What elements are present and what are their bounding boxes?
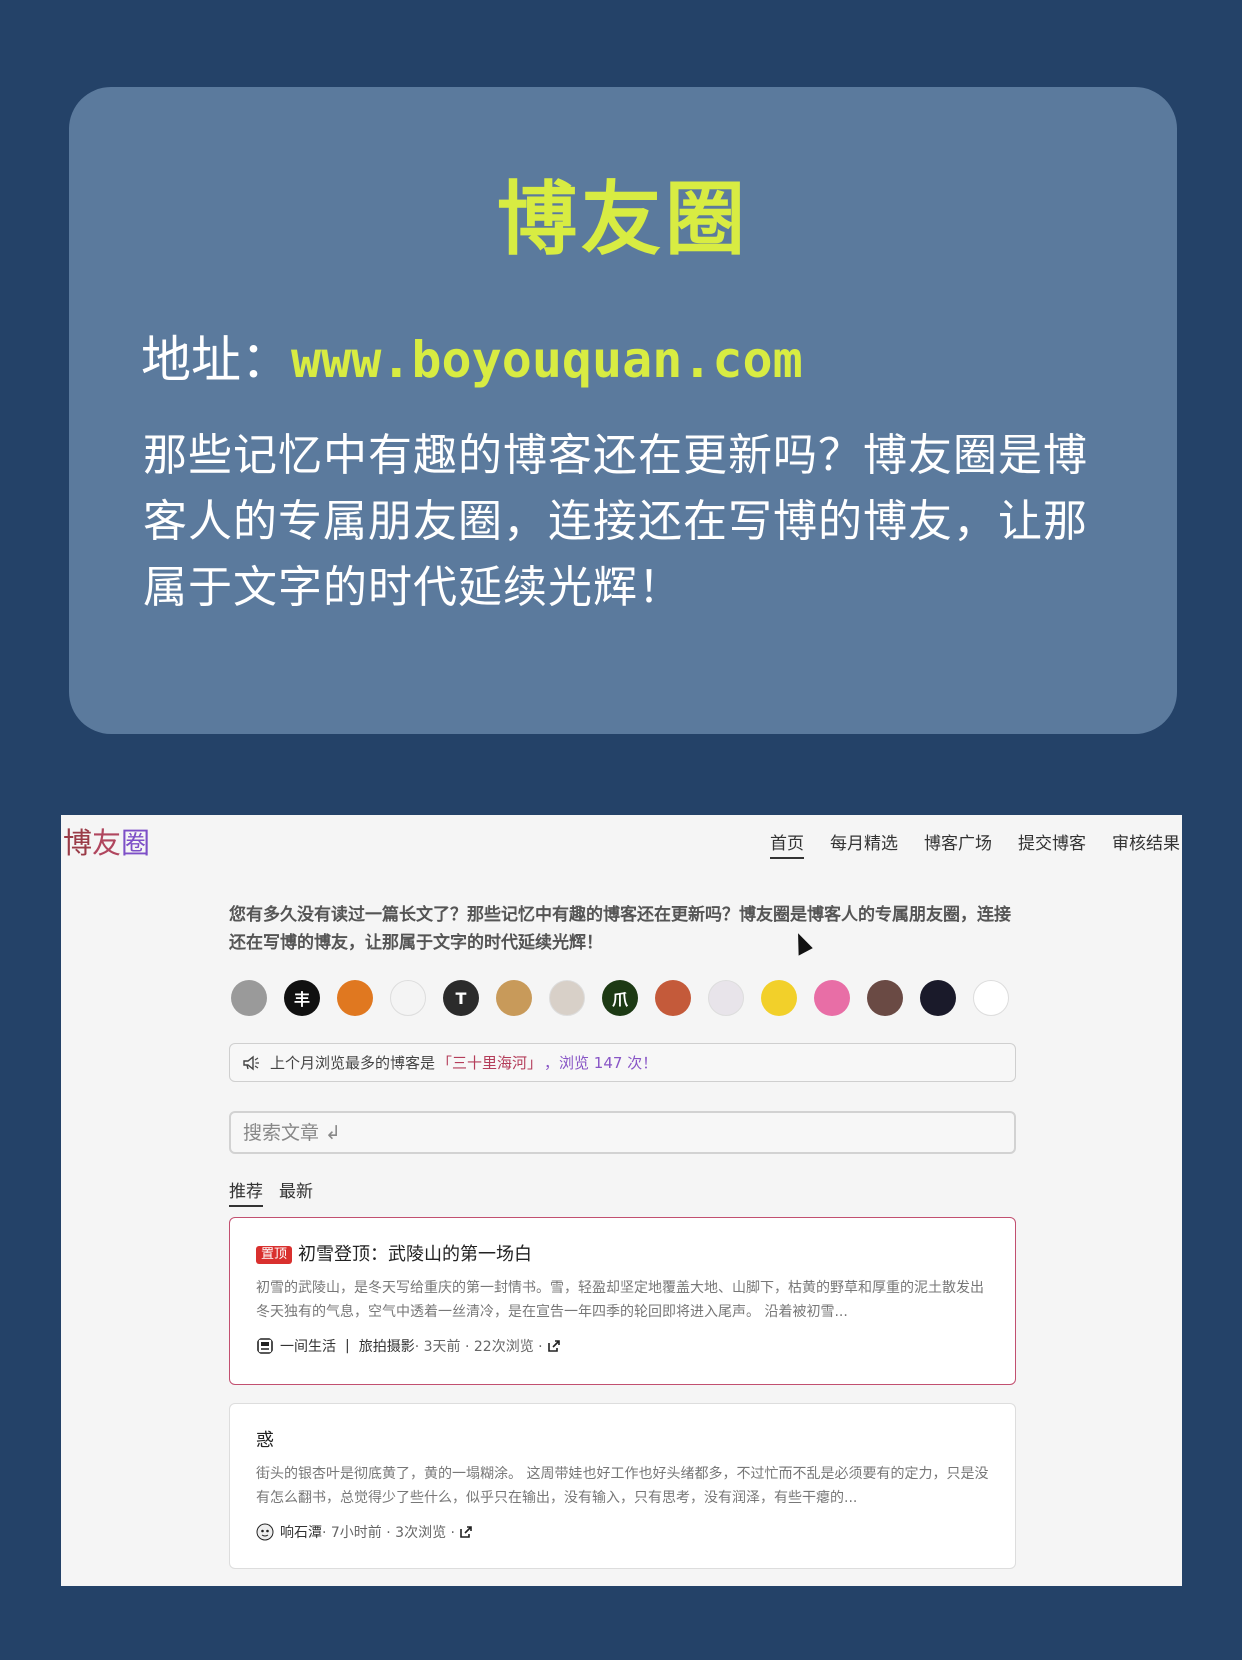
nav-monthly-picks[interactable]: 每月精选: [830, 829, 898, 859]
promo-address: 地址：www.boyouquan.com: [141, 327, 803, 393]
post-stats: · 3天前 · 22次浏览 ·: [414, 1339, 543, 1355]
share-icon[interactable]: [459, 1525, 473, 1539]
nav-blog-square[interactable]: 博客广场: [924, 829, 992, 859]
main-nav: 首页 每月精选 博客广场 提交博客 审核结果: [770, 829, 1180, 859]
logo-char-2: 友: [92, 826, 122, 860]
promo-title: 博友圈: [497, 173, 749, 266]
post-author[interactable]: 响石潭: [280, 1522, 322, 1542]
avatar-9[interactable]: [655, 980, 691, 1016]
avatar-2[interactable]: 丰: [284, 980, 320, 1016]
feed-tabs: 推荐 最新: [229, 1177, 313, 1207]
notice-suffix: ，浏览 147 次！: [544, 1054, 658, 1072]
avatar-3[interactable]: [337, 980, 373, 1016]
post-card[interactable]: 惑 街头的银杏叶是彻底黄了，黄的一塌糊涂。 这周带娃也好工作也好头绪都多，不过忙…: [229, 1403, 1016, 1569]
tab-recommended[interactable]: 推荐: [229, 1177, 263, 1207]
post-author[interactable]: 一间生活: [280, 1336, 336, 1356]
address-label: 地址：: [141, 331, 291, 389]
notice-blog-link[interactable]: 「三十里海河」: [437, 1052, 542, 1073]
monthly-top-notice: 上个月浏览最多的博客是 「三十里海河」 ，浏览 147 次！: [229, 1043, 1016, 1082]
nav-submit-blog[interactable]: 提交博客: [1018, 829, 1086, 859]
avatar-4[interactable]: [390, 980, 426, 1016]
post-title[interactable]: 惑: [256, 1428, 274, 1454]
promo-card: 博友圈 地址：www.boyouquan.com 那些记忆中有趣的博客还在更新吗…: [69, 87, 1177, 734]
post-excerpt: 街头的银杏叶是彻底黄了，黄的一塌糊涂。 这周带娃也好工作也好头绪都多，不过忙而不…: [256, 1466, 989, 1506]
tab-latest[interactable]: 最新: [279, 1177, 313, 1207]
author-avatar-icon: [256, 1523, 274, 1541]
post-excerpt: 初雪的武陵山，是冬天写给重庆的第一封情书。雪，轻盈却坚定地覆盖大地、山脚下，枯黄…: [256, 1280, 984, 1320]
post-title-row: 置顶 初雪登顶：武陵山的第一场白: [256, 1242, 991, 1268]
post-category[interactable]: 旅拍摄影: [359, 1336, 415, 1356]
avatar-8[interactable]: 爪: [602, 980, 638, 1016]
site-screenshot: 博友圈 首页 每月精选 博客广场 提交博客 审核结果 您有多久没有读过一篇长文了…: [61, 815, 1182, 1586]
post-meta: 响石潭 · 7小时前 · 3次浏览 ·: [256, 1522, 991, 1542]
avatar-1[interactable]: [231, 980, 267, 1016]
nav-review-results[interactable]: 审核结果: [1112, 829, 1180, 859]
avatar-14[interactable]: [920, 980, 956, 1016]
avatar-5[interactable]: T: [443, 980, 479, 1016]
megaphone-icon: [243, 1055, 259, 1070]
logo-char-1: 博: [63, 826, 93, 860]
blog-logo-icon: [257, 1338, 273, 1354]
blogger-avatars: 丰T爪: [231, 980, 1009, 1016]
promo-description: 那些记忆中有趣的博客还在更新吗？博友圈是博客人的专属朋友圈，连接还在写博的博友，…: [143, 430, 1088, 613]
post-stats: · 7小时前 · 3次浏览 ·: [322, 1525, 455, 1541]
nav-home[interactable]: 首页: [770, 829, 804, 859]
post-meta: 一间生活 | 旅拍摄影 · 3天前 · 22次浏览 ·: [256, 1336, 991, 1356]
avatar-6[interactable]: [496, 980, 532, 1016]
avatar-13[interactable]: [867, 980, 903, 1016]
avatar-10[interactable]: [708, 980, 744, 1016]
avatar-11[interactable]: [761, 980, 797, 1016]
pinned-badge: 置顶: [256, 1246, 293, 1264]
logo-char-3: 圈: [121, 826, 151, 860]
site-intro: 您有多久没有读过一篇长文了？那些记忆中有趣的博客还在更新吗？博友圈是博客人的专属…: [229, 905, 1011, 953]
site-logo[interactable]: 博友圈: [63, 823, 150, 863]
address-url[interactable]: www.boyouquan.com: [291, 331, 803, 389]
search-input[interactable]: [229, 1111, 1016, 1154]
share-icon[interactable]: [547, 1339, 561, 1353]
avatar-7[interactable]: [549, 980, 585, 1016]
avatar-12[interactable]: [814, 980, 850, 1016]
meta-separator: |: [345, 1338, 350, 1354]
post-title[interactable]: 初雪登顶：武陵山的第一场白: [298, 1242, 532, 1268]
post-card-pinned[interactable]: 置顶 初雪登顶：武陵山的第一场白 初雪的武陵山，是冬天写给重庆的第一封情书。雪，…: [229, 1217, 1016, 1385]
avatar-15[interactable]: [973, 980, 1009, 1016]
notice-prefix: 上个月浏览最多的博客是: [270, 1054, 436, 1072]
post-title-row: 惑: [256, 1428, 991, 1454]
